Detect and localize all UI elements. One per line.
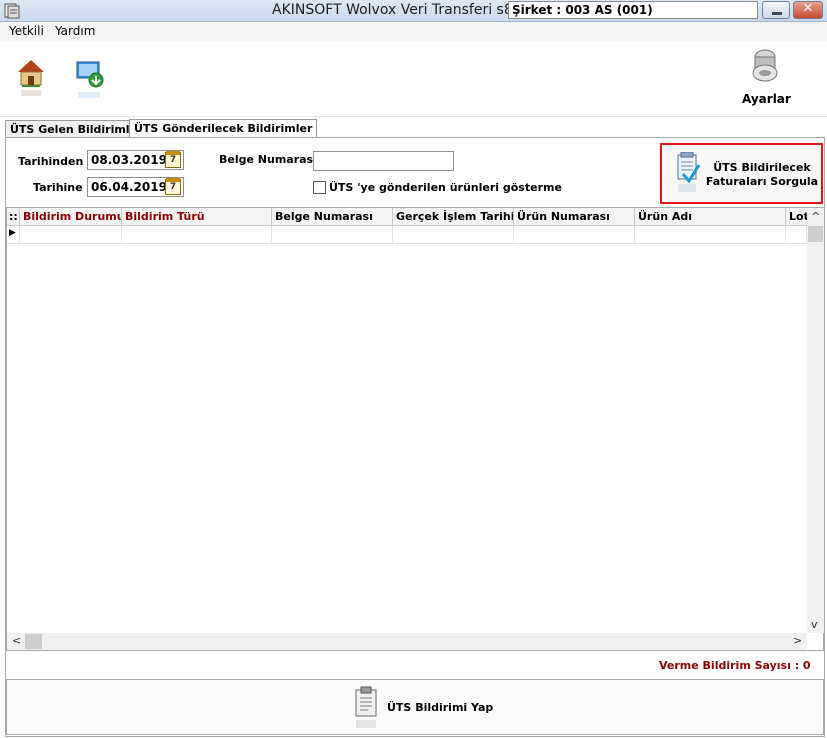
table-cell[interactable] bbox=[635, 226, 786, 244]
gear-icon bbox=[752, 49, 778, 82]
transfer-button[interactable] bbox=[76, 61, 106, 108]
row-marker-icon: ▶ bbox=[9, 228, 16, 238]
row-indicator-header: :: bbox=[7, 208, 20, 226]
tab-outgoing[interactable]: ÜTS Gönderilecek Bildirimler bbox=[129, 119, 318, 138]
horizontal-scrollbar[interactable]: < > bbox=[7, 633, 807, 650]
scroll-left-icon[interactable]: < bbox=[12, 634, 21, 647]
notifications-grid[interactable]: :: Bildirim Durumu Bildirim Türü Belge N… bbox=[6, 207, 824, 651]
table-cell[interactable] bbox=[272, 226, 393, 244]
table-cell[interactable] bbox=[393, 226, 514, 244]
send-notification-label: ÜTS Bildirimi Yap bbox=[387, 701, 494, 714]
scroll-up-icon[interactable]: ^ bbox=[811, 210, 820, 223]
app-icon bbox=[4, 3, 20, 19]
minimize-button[interactable] bbox=[762, 1, 790, 19]
to-calendar-icon[interactable]: 7 bbox=[165, 178, 181, 195]
doc-number-input[interactable] bbox=[313, 151, 454, 171]
table-cell[interactable] bbox=[514, 226, 635, 244]
table-cell[interactable] bbox=[20, 226, 122, 244]
close-icon: ✕ bbox=[802, 1, 814, 16]
from-date-value: 08.03.2019 bbox=[91, 153, 167, 167]
close-button[interactable]: ✕ bbox=[793, 1, 823, 19]
window-title: AKINSOFT Wolvox Veri Transferi s8. bbox=[272, 2, 518, 18]
to-date-value: 06.04.2019 bbox=[91, 180, 167, 194]
clipboard-icon bbox=[355, 686, 377, 728]
document-query-icon bbox=[677, 152, 701, 192]
network-transfer-icon bbox=[76, 61, 104, 98]
to-date-label: Tarihine bbox=[33, 181, 83, 194]
from-calendar-icon[interactable]: 7 bbox=[165, 151, 181, 168]
title-bar: AKINSOFT Wolvox Veri Transferi s8. Şirke… bbox=[0, 0, 827, 22]
scroll-right-icon[interactable]: > bbox=[793, 634, 802, 647]
scroll-down-icon[interactable]: v bbox=[811, 618, 818, 631]
settings-button[interactable] bbox=[750, 49, 780, 92]
col-urun-adi[interactable]: Ürün Adı bbox=[635, 208, 786, 226]
table-cell[interactable] bbox=[122, 226, 272, 244]
notification-count: Verme Bildirim Sayısı : 0 bbox=[659, 659, 811, 672]
company-selector[interactable]: Şirket : 003 AS (001) bbox=[508, 1, 758, 19]
grid-header: :: Bildirim Durumu Bildirim Türü Belge N… bbox=[7, 208, 807, 226]
doc-number-label: Belge Numarası bbox=[219, 153, 317, 166]
home-icon bbox=[18, 60, 44, 96]
send-notification-button[interactable]: ÜTS Bildirimi Yap bbox=[6, 679, 824, 735]
query-invoices-label: ÜTS Bildirilecek Faturaları Sorgula bbox=[705, 161, 819, 188]
col-urun-numarasi[interactable]: Ürün Numarası bbox=[514, 208, 635, 226]
hide-sent-checkbox[interactable] bbox=[313, 181, 326, 194]
col-belge-numarasi[interactable]: Belge Numarası bbox=[272, 208, 393, 226]
query-invoices-button[interactable]: ÜTS Bildirilecek Faturaları Sorgula bbox=[660, 143, 823, 204]
menu-item-yardim[interactable]: Yardım bbox=[55, 24, 95, 38]
menu-item-yetkili[interactable]: Yetkili bbox=[9, 24, 44, 38]
col-bildirim-durumu[interactable]: Bildirim Durumu bbox=[20, 208, 122, 226]
col-gercek-islem-tarihi[interactable]: Gerçek İşlem Tarihi bbox=[393, 208, 514, 226]
vertical-scrollbar[interactable]: ^ v bbox=[807, 208, 824, 633]
col-bildirim-turu[interactable]: Bildirim Türü bbox=[122, 208, 272, 226]
scroll-thumb[interactable] bbox=[808, 226, 823, 242]
col-lot[interactable]: Lot bbox=[786, 208, 807, 226]
table-cell[interactable] bbox=[786, 226, 807, 244]
hide-sent-label: ÜTS 'ye gönderilen ürünleri gösterme bbox=[329, 181, 562, 194]
settings-label[interactable]: Ayarlar bbox=[742, 92, 791, 106]
from-date-label: Tarihinden bbox=[18, 155, 84, 168]
toolbar: Ayarlar bbox=[0, 41, 827, 117]
menu-bar: Yetkili Yardım bbox=[0, 22, 827, 41]
hscroll-thumb[interactable] bbox=[25, 634, 42, 649]
row-indicator: ▶ bbox=[7, 226, 20, 244]
home-button[interactable] bbox=[16, 59, 46, 106]
